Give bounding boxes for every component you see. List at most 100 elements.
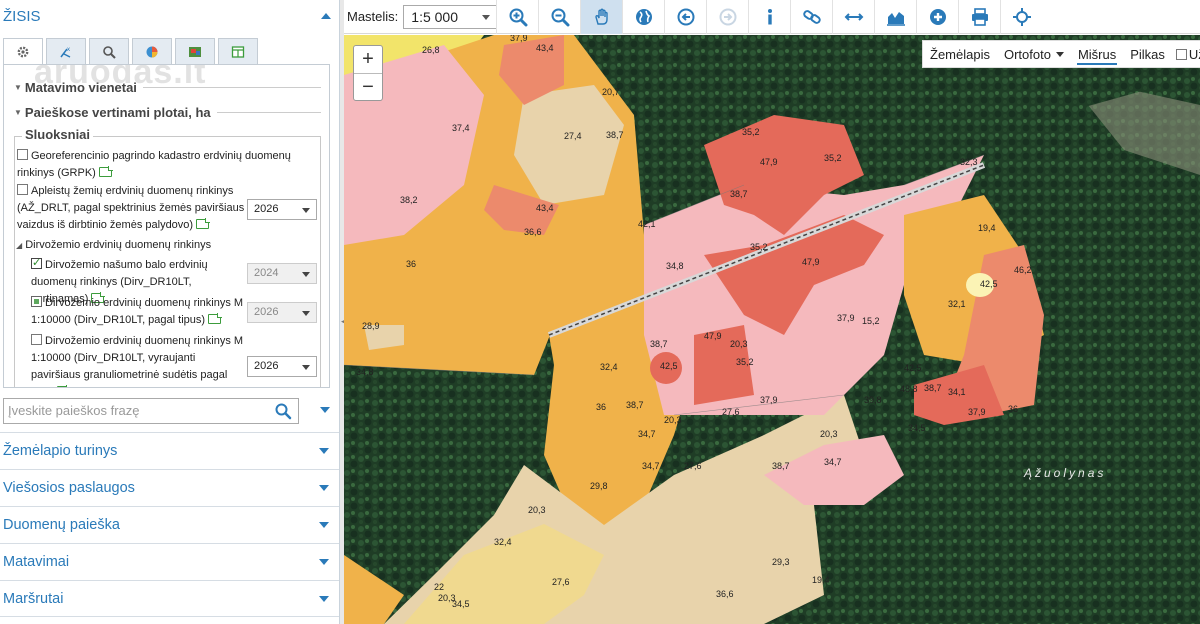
collapse-triangle-icon: ▼ [14,82,22,92]
tab-layers[interactable] [175,38,215,65]
globe-icon [635,9,652,25]
year-select[interactable]: 2024 [247,263,317,284]
table-icon [231,46,245,58]
app-root: { "sidebar": { "header_title": "ŽISIS", … [0,0,1200,624]
sidebar-header[interactable]: ŽISIS [0,0,339,32]
soil-score-label: 43,4 [536,203,554,213]
metadata-document-icon[interactable] [98,166,113,177]
soil-score-label: 32,4 [600,362,618,372]
soil-score-label: 34,7 [824,457,842,467]
profile-button[interactable] [874,0,916,34]
map-zoom-out-button[interactable]: − [354,73,382,100]
metadata-document-icon[interactable] [208,313,223,324]
scale-select[interactable]: 1:5 000 [403,4,498,29]
layer-checkbox[interactable] [31,296,42,307]
soil-score-label: 36,6 [524,227,542,237]
soil-score-label: 32,4 [494,537,512,547]
metadata-document-icon[interactable] [196,218,211,229]
soil-score-label: 28,9 [362,321,380,331]
search-options-chevron-icon[interactable] [320,407,330,413]
soil-score-label: 29,8 [590,481,608,491]
section-areas[interactable]: ▼ Paieškose vertinami plotai, ha [14,102,321,122]
map-image: Ąžuolynas 26,8 37,9 43,4 20,7 37,4 27,4 38,7 35… [344,35,1200,624]
zoom-in-icon [509,8,527,27]
info-button[interactable] [748,0,790,34]
next-extent-button[interactable] [706,0,748,34]
year-select-value: 2026 [254,360,279,372]
tab-search[interactable] [89,38,129,65]
labels-checkbox[interactable] [1175,48,1187,60]
soil-score-label: 36 [406,259,416,269]
soil-score-label: 29,3 [772,557,790,567]
print-button[interactable] [958,0,1000,34]
year-select-value: 2026 [254,306,279,318]
layer-checkbox[interactable] [17,149,28,160]
accordion-routes[interactable]: Maršrutai [0,580,339,617]
search-icon[interactable] [274,402,292,420]
soil-score-label: 20,3 [820,429,838,439]
layer-checkbox[interactable] [31,334,42,345]
soil-score-label: 37,9 [968,407,986,417]
settings-panel: aruodas.lt ▼ Matavimo vienetai ▼ Paieško… [3,64,330,388]
locate-button[interactable] [1000,0,1042,34]
section-units[interactable]: ▼ Matavimo vienetai [14,77,321,97]
year-select[interactable]: 2026 [247,302,317,323]
search-input[interactable] [4,399,264,421]
link-button[interactable] [790,0,832,34]
measure-distance-button[interactable] [832,0,874,34]
forward-arrow-icon [719,8,736,26]
section-units-label: Matavimo vienetai [24,79,137,95]
full-extent-button[interactable] [622,0,664,34]
chevron-down-icon [319,522,329,528]
search-icon [103,46,116,59]
tab-table[interactable] [218,38,258,65]
divider [216,111,321,113]
previous-extent-button[interactable] [664,0,706,34]
year-select[interactable]: 2026 [247,199,317,220]
layer-grpk: Georeferencinio pagrindo kadastro erdvin… [17,148,317,182]
scale-label: Mastelis: [347,9,399,24]
soil-score-label: 36 [596,402,606,412]
chevron-down-icon [302,208,310,213]
soil-score-label: 38,7 [730,189,748,199]
layer-group-dirvozemio[interactable]: ◢ Dirvožemio erdvinių duomenų rinkinys [16,237,316,254]
accordion-public-services[interactable]: Viešosios paslaugos [0,469,339,506]
zoom-out-button[interactable] [538,0,580,34]
basemap-option-mixed[interactable]: Mišrus [1071,40,1123,68]
soil-score-label: 27,4 [564,131,582,141]
add-button[interactable] [916,0,958,34]
labels-toggle[interactable]: Užra [1172,47,1200,62]
search-box [3,398,299,424]
accordion-map-content[interactable]: Žemėlapio turinys [0,432,339,469]
basemap-option-label: Ortofoto [1003,46,1051,62]
soil-score-label: 27,6 [552,577,570,587]
accordion-measurements[interactable]: Matavimai [0,543,339,580]
basemap-option-ortho[interactable]: Ortofoto [997,40,1071,68]
map-zoom-in-button[interactable]: + [354,46,382,73]
soil-score-label: 36 [1008,404,1018,414]
layers-legend: Sluoksniai [22,127,94,142]
layer-checkbox[interactable] [31,255,42,272]
soil-score-label: 42,5 [660,361,678,371]
info-icon [767,9,772,25]
map-canvas[interactable]: Ąžuolynas 26,8 37,9 43,4 20,7 37,4 27,4 38,7 35… [344,35,1200,624]
section-areas-label: Paieškose vertinami plotai, ha [24,104,211,120]
tab-axes[interactable]: x [46,38,86,65]
zoom-in-button[interactable] [496,0,538,34]
place-name: Ąžuolynas [1023,466,1106,480]
soil-score-label: 37,9 [510,35,528,43]
basemap-option-gray[interactable]: Pilkas [1123,40,1172,68]
tab-statistics[interactable] [132,38,172,65]
pan-button[interactable] [580,0,622,34]
metadata-document-icon[interactable] [56,385,71,387]
basemap-option-map[interactable]: Žemėlapis [923,40,997,68]
year-select[interactable]: 2026 [247,356,317,377]
accordion-data-search[interactable]: Duomenų paieška [0,506,339,543]
layer-checkbox[interactable] [17,184,28,195]
soil-score-label: 38,7 [650,339,668,349]
collapse-chevron-up-icon[interactable] [321,13,331,19]
layer-label: Georeferencinio pagrindo kadastro erdvin… [17,150,291,179]
tab-settings[interactable] [3,38,43,65]
scale-value: 1:5 000 [411,8,459,25]
soil-score-label: 37,4 [452,123,470,133]
